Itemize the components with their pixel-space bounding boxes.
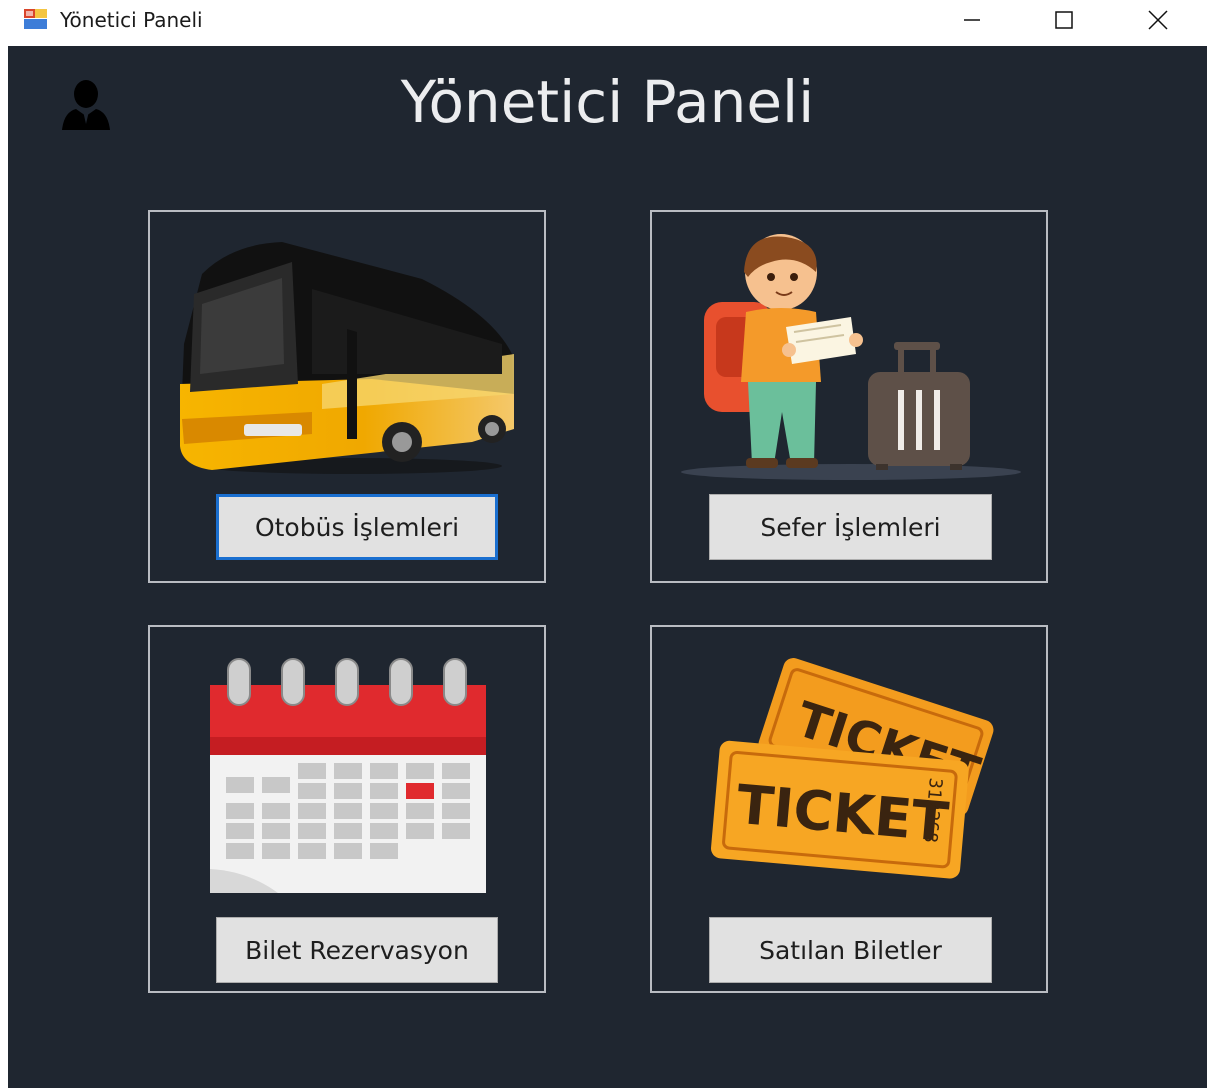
admin-panel: Yönetici Paneli Otobüs İşlemleri Sefer İ… bbox=[8, 46, 1207, 1088]
window-title-bar[interactable]: Yönetici Paneli bbox=[0, 0, 1211, 40]
close-icon bbox=[1148, 10, 1168, 30]
minimize-button[interactable] bbox=[942, 0, 1002, 40]
reservation-panel: Bilet Rezervasyon bbox=[148, 625, 546, 993]
bus-image bbox=[180, 242, 514, 474]
calendar-image bbox=[210, 658, 486, 893]
ticket-reservation-button[interactable]: Bilet Rezervasyon bbox=[216, 917, 498, 983]
minimize-icon bbox=[964, 19, 980, 21]
traveler-image bbox=[681, 234, 1021, 480]
sold-tickets-button[interactable]: Satılan Biletler bbox=[709, 917, 992, 983]
sold-tickets-panel: TICKET TICKET 312268 Satılan Biletler bbox=[650, 625, 1048, 993]
app-icon bbox=[24, 9, 47, 29]
close-button[interactable] bbox=[1128, 0, 1188, 40]
bus-operations-button[interactable]: Otobüs İşlemleri bbox=[216, 494, 498, 560]
ticket-image: TICKET TICKET 312268 bbox=[711, 658, 994, 879]
window-title: Yönetici Paneli bbox=[60, 8, 203, 32]
trip-panel: Sefer İşlemleri bbox=[650, 210, 1048, 583]
maximize-button[interactable] bbox=[1034, 0, 1094, 40]
trip-operations-button[interactable]: Sefer İşlemleri bbox=[709, 494, 992, 560]
window-frame bbox=[0, 40, 8, 1090]
bus-panel: Otobüs İşlemleri bbox=[148, 210, 546, 583]
page-title: Yönetici Paneli bbox=[400, 68, 815, 136]
maximize-icon bbox=[1055, 11, 1073, 29]
